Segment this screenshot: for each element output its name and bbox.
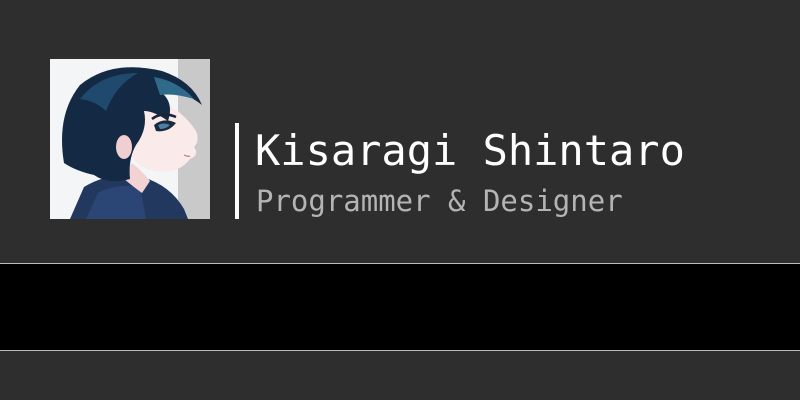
profile-name: Kisaragi Shintaro <box>255 126 685 175</box>
footer-area <box>0 351 800 400</box>
profile-role: Programmer & Designer <box>256 184 623 218</box>
anime-avatar-icon <box>50 59 210 219</box>
page: Kisaragi Shintaro Programmer & Designer <box>0 0 800 400</box>
accent-divider-bar <box>235 123 239 219</box>
avatar <box>50 59 210 219</box>
profile-header: Kisaragi Shintaro Programmer & Designer <box>0 0 800 263</box>
black-band <box>0 264 800 350</box>
